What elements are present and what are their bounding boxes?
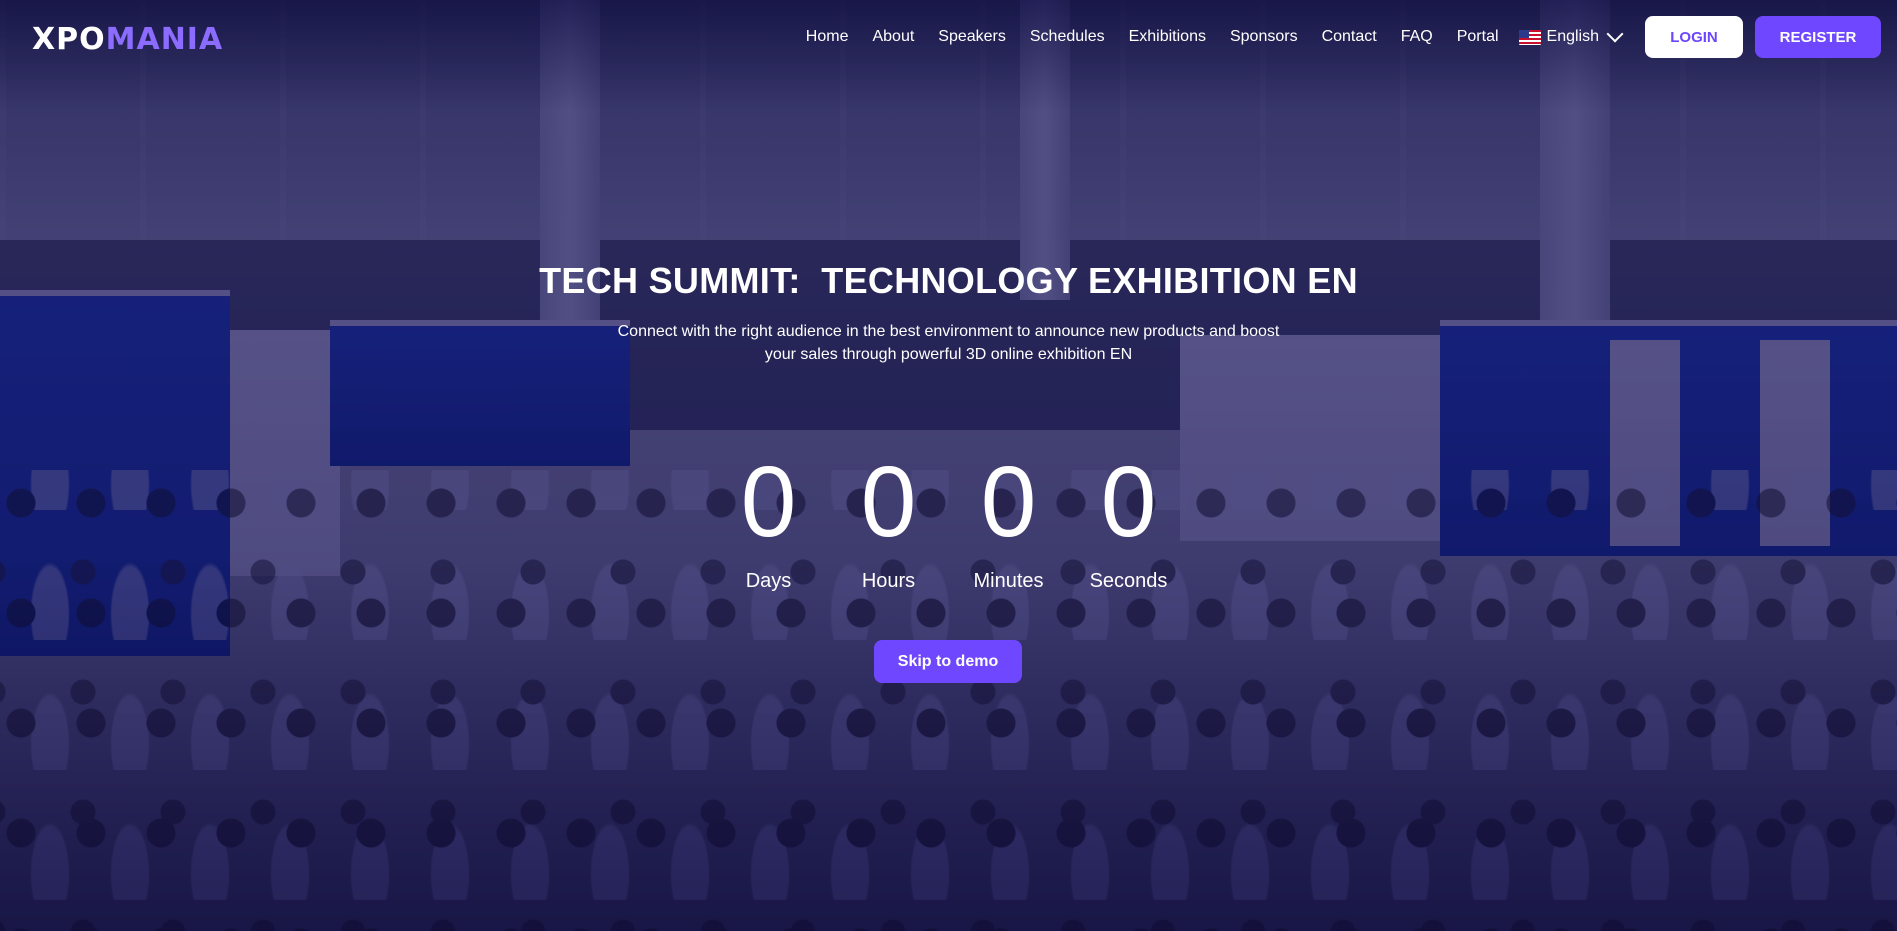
countdown-days: 0 Days [709,452,829,593]
site-header: XPOMANIA Home About Speakers Schedules E… [0,0,1897,72]
nav-faq[interactable]: FAQ [1401,28,1433,46]
language-selector[interactable]: English [1518,25,1624,46]
countdown-label: Minutes [973,570,1044,592]
site-logo[interactable]: XPOMANIA [32,22,223,57]
countdown-minutes: 0 Minutes [949,452,1069,593]
nav-schedules[interactable]: Schedules [1030,28,1105,46]
nav-portal[interactable]: Portal [1457,28,1499,46]
hero-title: TECH SUMMIT: TECHNOLOGY EXHIBITION EN [539,260,1358,301]
countdown-value: 0 [740,446,797,558]
nav-exhibitions[interactable]: Exhibitions [1129,28,1206,46]
logo-text-primary: XPO [32,22,106,57]
hero-subtitle: Connect with the right audience in the b… [617,323,1280,363]
register-button[interactable]: REGISTER [1755,16,1881,58]
countdown-value: 0 [860,446,917,558]
nav-speakers[interactable]: Speakers [938,28,1006,46]
language-label: English [1546,28,1599,45]
countdown-value: 0 [980,446,1037,558]
countdown-label: Hours [861,570,916,592]
login-button[interactable]: LOGIN [1645,16,1743,58]
chevron-down-icon [1606,25,1624,43]
countdown-timer: 0 Days 0 Hours 0 Minutes 0 Seconds [0,452,1897,593]
nav-sponsors[interactable]: Sponsors [1230,28,1298,46]
countdown-seconds: 0 Seconds [1069,452,1189,593]
main-nav: Home About Speakers Schedules Exhibition… [806,16,1897,58]
countdown-label: Days [745,570,792,592]
nav-home[interactable]: Home [806,28,849,46]
countdown-value: 0 [1100,446,1157,558]
nav-about[interactable]: About [872,28,914,46]
countdown-label: Seconds [1089,570,1168,592]
logo-text-accent: MANIA [105,22,224,57]
skip-to-demo-button[interactable]: Skip to demo [874,640,1022,683]
nav-contact[interactable]: Contact [1322,28,1377,46]
us-flag-icon [1518,29,1541,45]
hero-section: TECH SUMMIT: TECHNOLOGY EXHIBITION EN Co… [0,260,1897,366]
countdown-hours: 0 Hours [829,452,949,593]
